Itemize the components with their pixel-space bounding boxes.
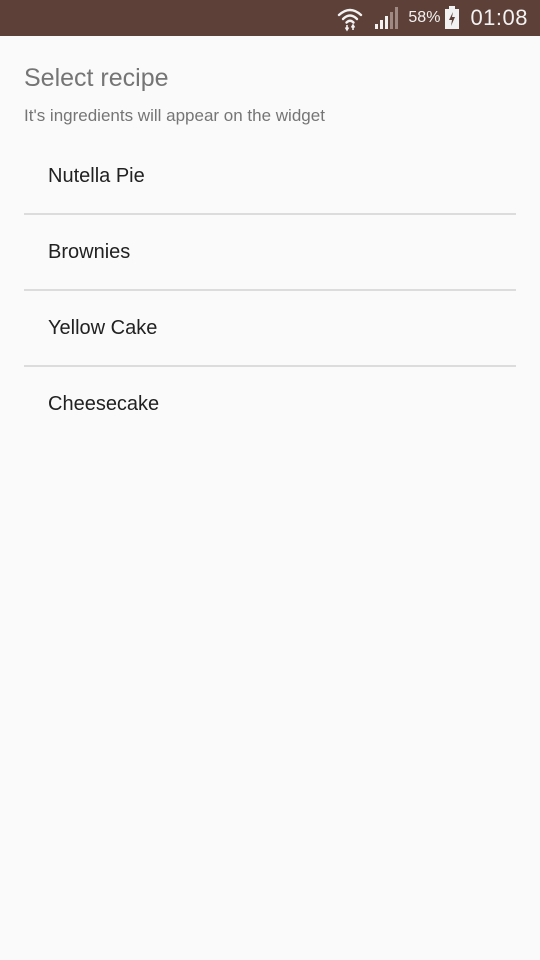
recipe-item-nutella-pie[interactable]: Nutella Pie: [24, 139, 516, 213]
clock: 01:08: [470, 5, 528, 30]
battery-percent: 58%: [408, 9, 441, 26]
recipe-item-yellow-cake[interactable]: Yellow Cake: [24, 291, 516, 365]
battery-charging-icon: [444, 6, 460, 30]
signal-icon: [374, 6, 399, 30]
page-subtitle: It's ingredients will appear on the widg…: [24, 106, 325, 125]
status-bar: 58% 01:08: [0, 0, 540, 36]
recipe-item-brownies[interactable]: Brownies: [24, 215, 516, 289]
recipe-item-cheesecake[interactable]: Cheesecake: [24, 367, 516, 441]
page-title: Select recipe: [24, 64, 169, 92]
recipe-select-screen: Select recipe It's ingredients will appe…: [0, 36, 540, 960]
recipe-list: Nutella Pie Brownies Yellow Cake Cheesec…: [24, 139, 516, 441]
wifi-icon: [336, 4, 364, 32]
